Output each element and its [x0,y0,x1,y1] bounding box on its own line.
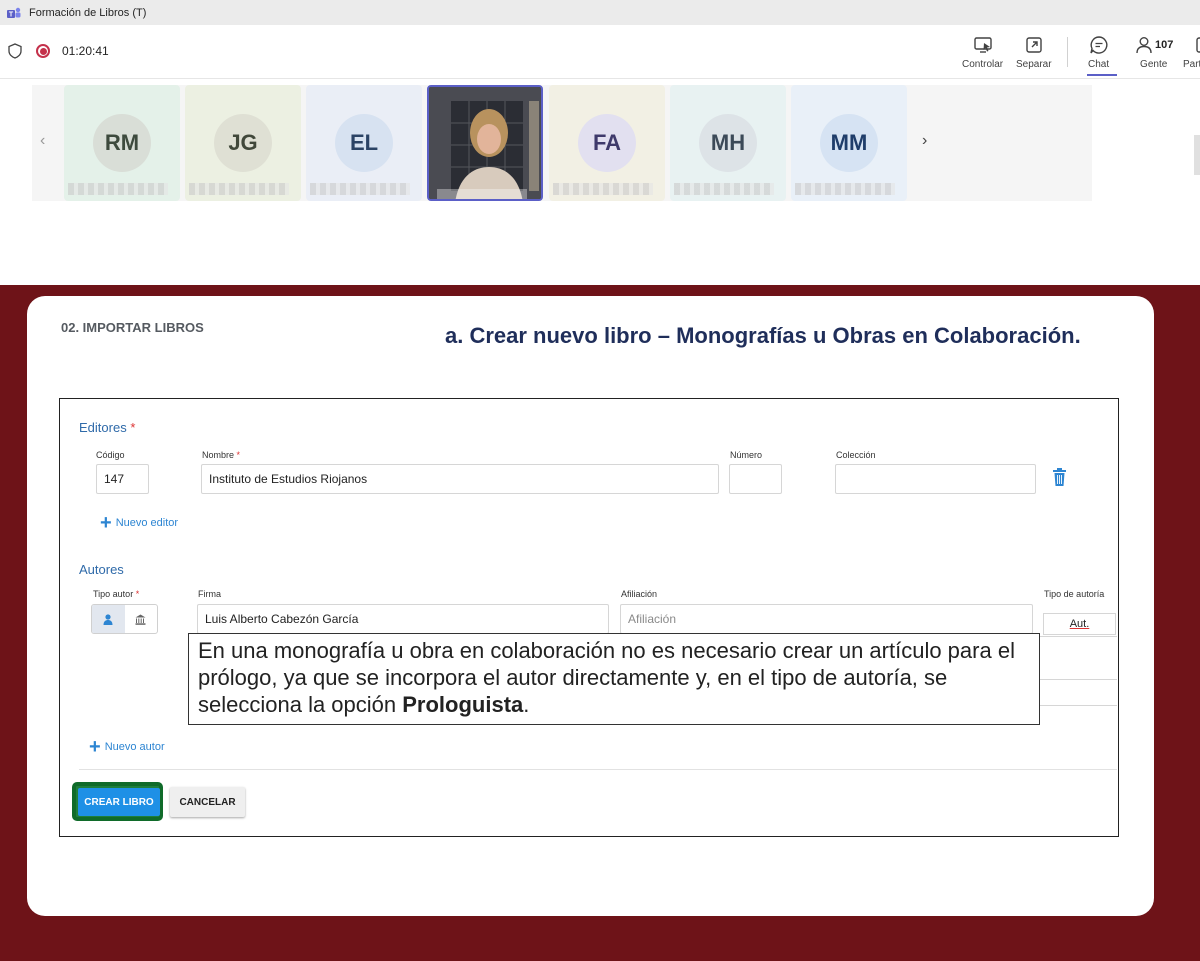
meeting-timer: 01:20:41 [62,44,109,58]
participant-tile[interactable]: RM [64,85,180,201]
part-label: Part [1183,59,1200,70]
afiliacion-label: Afiliación [621,589,658,599]
people-label: Gente [1140,59,1168,70]
institution-type-option[interactable] [125,605,158,633]
prologue-note-callout: En una monografía u obra en colaboración… [188,633,1040,725]
participant-name-redacted [674,183,774,195]
firma-label: Firma [198,589,221,599]
coleccion-label: Colección [836,450,876,460]
svg-text:T: T [9,11,14,18]
window-title: Formación de Libros (T) [29,6,147,19]
authors-section-title: Autores [79,562,124,577]
participant-tile[interactable]: JG [185,85,301,201]
teams-icon: T [7,7,21,18]
participant-name-redacted [310,183,410,195]
tipo-autoria-label: Tipo de autoría [1044,589,1105,599]
prologuista-emphasis: Prologuista [402,692,524,717]
participant-name-redacted [68,183,168,195]
trash-icon[interactable] [1052,468,1067,486]
create-book-button[interactable]: CREAR LIBRO [78,788,160,816]
nombre-field[interactable]: Instituto de Estudios Riojanos [201,464,719,494]
participant-avatar: FA [578,114,636,172]
participant-avatar: JG [214,114,272,172]
plus-icon: + [100,512,112,534]
chat-icon [1089,36,1107,54]
firma-field[interactable]: Luis Alberto Cabezón García [197,604,609,634]
control-label: Controlar [962,59,1004,70]
afiliacion-field[interactable]: Afiliación [620,604,1033,634]
participant-avatar: MH [699,114,757,172]
plus-icon: + [89,736,101,758]
cancel-button[interactable]: CANCELAR [170,787,245,817]
toolbar-divider [1067,37,1068,67]
coleccion-field[interactable] [835,464,1036,494]
tipo-autor-label: Tipo autor * [93,589,140,599]
strip-next-arrow-icon[interactable]: › [922,132,927,150]
recording-indicator-icon [36,44,50,58]
shield-icon [8,43,22,59]
participant-avatar: EL [335,114,393,172]
editors-section-title: Editores * [79,420,136,435]
add-editor-button[interactable]: + Nuevo editor [100,513,178,533]
slide-heading: a. Crear nuevo libro – Monografías u Obr… [445,323,1081,348]
speaker-video-feed [429,87,541,199]
required-mark: * [236,450,241,460]
institution-icon [135,614,146,625]
participant-tile[interactable]: MM [791,85,907,201]
author-row-remnant [1040,636,1117,706]
people-count: 107 [1155,39,1174,51]
nombre-label: Nombre * [202,450,241,460]
numero-field[interactable] [729,464,782,494]
required-mark: * [135,589,140,599]
meeting-toolbar: 01:20:41 Controlar Separar Chat 107 Gent… [0,25,1200,79]
participant-name-redacted [553,183,653,195]
participant-name-redacted [189,183,289,195]
codigo-field[interactable]: 147 [96,464,149,494]
pop-out-label: Separar [1016,59,1052,70]
chat-button[interactable]: Chat [1088,35,1109,70]
pop-out-button[interactable]: Separar [1016,35,1052,70]
strip-prev-arrow-icon[interactable]: ‹ [40,132,45,150]
person-icon [103,613,113,625]
control-button[interactable]: Controlar [962,35,1003,70]
participant-avatar: RM [93,114,151,172]
participant-name-redacted [795,183,895,195]
people-button[interactable]: 107 Gente [1134,35,1173,70]
participant-tile[interactable]: MH [670,85,786,201]
people-icon [1136,37,1152,54]
chat-active-indicator [1087,74,1117,76]
participant-tile[interactable]: EL [306,85,422,201]
slide-section-label: 02. IMPORTAR LIBROS [61,320,204,335]
scrollbar[interactable] [1194,135,1200,175]
window-titlebar: T Formación de Libros (T) [0,0,1200,25]
required-mark: * [130,420,136,435]
tipo-autoria-select[interactable]: Aut. [1043,613,1116,635]
codigo-label: Código [96,450,125,460]
participant-tile[interactable]: FA [549,85,665,201]
add-author-button[interactable]: + Nuevo autor [89,737,165,757]
person-type-option[interactable] [92,605,125,633]
pop-out-icon [1026,37,1042,53]
numero-label: Número [730,450,763,460]
chat-label: Chat [1088,59,1110,70]
form-divider [79,769,1117,770]
participant-avatar: MM [820,114,878,172]
author-type-toggle [91,604,158,634]
active-speaker-video-tile[interactable] [427,85,543,201]
part-button[interactable]: Part [1183,35,1200,70]
part-icon [1196,37,1200,53]
share-control-icon [973,37,992,53]
